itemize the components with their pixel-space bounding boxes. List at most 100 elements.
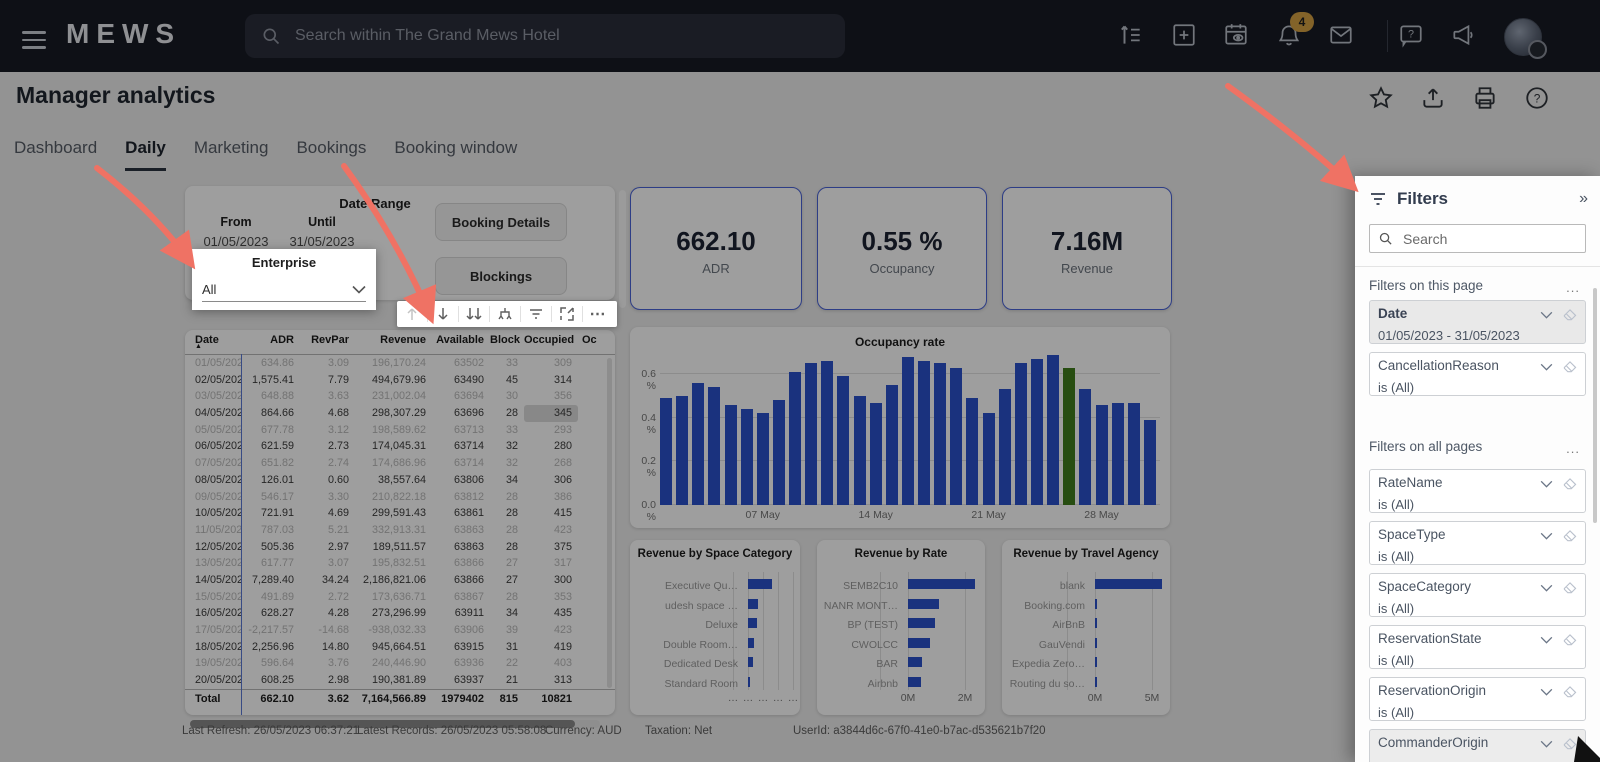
column-header-date[interactable]: Date	[185, 330, 241, 354]
kpi-card-occupancy[interactable]: 0.55 % Occupancy	[817, 187, 987, 310]
until-date-value[interactable]: 31/05/2023	[277, 234, 367, 249]
booking-details-button[interactable]: Booking Details	[435, 203, 567, 241]
column-header-revpar[interactable]: RevPar	[300, 330, 355, 354]
bar[interactable]	[748, 598, 758, 609]
column-header-revenue[interactable]: Revenue	[355, 330, 432, 354]
bar[interactable]	[748, 579, 773, 589]
occupancy-bar[interactable]	[885, 385, 898, 505]
eraser-icon[interactable]	[1563, 530, 1577, 542]
filter-card-date[interactable]: Date 01/05/2023 - 31/05/2023	[1369, 300, 1586, 344]
occupancy-bar[interactable]	[901, 356, 914, 505]
help-bubble-icon[interactable]: ?	[1398, 22, 1426, 50]
calendar-view-icon[interactable]	[1223, 22, 1251, 50]
chevron-down-icon[interactable]	[1540, 584, 1553, 592]
bar[interactable]	[908, 657, 923, 667]
kpi-card-revenue[interactable]: 7.16M Revenue	[1002, 187, 1172, 310]
column-header-adr[interactable]: ADR	[241, 330, 300, 354]
occupancy-bar[interactable]	[724, 404, 737, 505]
table-row[interactable]: 12/05/2023505.362.97189,511.576386328375	[185, 539, 615, 556]
chevron-down-icon[interactable]	[1540, 480, 1553, 488]
bar[interactable]	[1095, 579, 1163, 589]
occupancy-bar[interactable]	[821, 361, 834, 505]
eraser-icon[interactable]	[1563, 686, 1577, 698]
bar[interactable]	[748, 676, 750, 687]
bar[interactable]	[908, 618, 936, 628]
filters-search-box[interactable]	[1369, 224, 1586, 253]
eraser-icon[interactable]	[1563, 582, 1577, 594]
daily-metrics-table[interactable]: Date ADR RevPar Revenue Available Block …	[185, 330, 615, 715]
bar[interactable]	[908, 676, 921, 687]
filter-card-reservationorigin[interactable]: ReservationOrigin is (All)	[1369, 677, 1586, 721]
table-row[interactable]: 06/05/2023621.592.73174,045.316371432280	[185, 438, 615, 455]
filter-card-spacetype[interactable]: SpaceType is (All)	[1369, 521, 1586, 565]
tab-daily[interactable]: Daily	[125, 138, 166, 171]
column-header-block[interactable]: Block	[490, 330, 524, 354]
more-options-icon[interactable]: ⋯	[583, 303, 613, 325]
table-vertical-scrollbar[interactable]	[607, 358, 612, 688]
occupancy-bar[interactable]	[1079, 389, 1092, 505]
occupancy-bar[interactable]	[1014, 363, 1027, 505]
occupancy-bar[interactable]	[982, 413, 995, 505]
filters-search-input[interactable]	[1401, 229, 1565, 248]
occupancy-bar[interactable]	[756, 413, 769, 505]
table-row[interactable]: 02/05/20231,575.417.79494,679.9663490453…	[185, 372, 615, 389]
tab-marketing[interactable]: Marketing	[194, 138, 269, 171]
bar[interactable]	[1095, 676, 1097, 687]
column-header-occupied[interactable]: Occupied	[524, 330, 578, 354]
bar[interactable]	[908, 637, 930, 648]
occupancy-bar[interactable]	[869, 402, 882, 505]
table-row[interactable]: 01/05/2023634.863.09196,170.246350233309	[185, 355, 615, 372]
filter-card-spacecategory[interactable]: SpaceCategory is (All)	[1369, 573, 1586, 617]
occupancy-bar[interactable]	[772, 400, 785, 505]
table-row[interactable]: 09/05/2023546.173.30210,822.186381228386	[185, 489, 615, 506]
filter-card-commanderorigin[interactable]: CommanderOrigin	[1369, 729, 1586, 762]
occupancy-bar[interactable]	[789, 372, 802, 505]
table-row[interactable]: 04/05/2023864.664.68298,307.296369628345	[185, 405, 615, 422]
blockings-button[interactable]: Blockings	[435, 257, 567, 295]
bar[interactable]	[908, 598, 940, 609]
filter-card-reservationstate[interactable]: ReservationState is (All)	[1369, 625, 1586, 669]
help-circle-icon[interactable]: ?	[1524, 85, 1550, 111]
collapse-panel-icon[interactable]: »	[1579, 190, 1588, 208]
hamburger-menu-icon[interactable]	[22, 26, 46, 49]
mail-icon[interactable]	[1328, 22, 1356, 50]
chevron-down-icon[interactable]	[1540, 636, 1553, 644]
table-row[interactable]: 10/05/2023721.914.69299,591.436386128415	[185, 505, 615, 522]
eraser-icon[interactable]	[1563, 634, 1577, 646]
occupancy-bar[interactable]	[1127, 402, 1140, 505]
more-options-icon[interactable]: ...	[1566, 441, 1580, 456]
bar[interactable]	[908, 579, 975, 589]
bar[interactable]	[748, 618, 758, 628]
sort-list-icon[interactable]	[1118, 22, 1146, 50]
table-row[interactable]: 17/05/2023-2,217.57-14.68-938,032.336390…	[185, 622, 615, 639]
occupancy-rate-chart[interactable]: Occupancy rate 0.0 % 0.2 % 0.4 % 0.6 % 07 M…	[630, 327, 1170, 528]
filter-card-cancellationreason[interactable]: CancellationReason is (All)	[1369, 352, 1586, 396]
table-row[interactable]: 15/05/2023491.892.72173,636.716386728353	[185, 589, 615, 606]
from-date-value[interactable]: 01/05/2023	[191, 234, 281, 249]
print-icon[interactable]	[1472, 85, 1498, 111]
bar[interactable]	[748, 657, 754, 667]
occupancy-bar[interactable]	[708, 387, 721, 505]
occupancy-bar[interactable]	[1095, 404, 1108, 505]
eraser-icon[interactable]	[1563, 478, 1577, 490]
global-search[interactable]	[245, 14, 845, 58]
occupancy-bar[interactable]	[918, 361, 931, 505]
occupancy-bar[interactable]	[805, 363, 818, 505]
eraser-icon[interactable]	[1563, 738, 1577, 750]
tab-booking-window[interactable]: Booking window	[394, 138, 517, 171]
occupancy-bar[interactable]	[1111, 402, 1124, 505]
table-row[interactable]: 18/05/20232,256.9614.80945,664.516391531…	[185, 639, 615, 656]
bar[interactable]	[1095, 637, 1097, 648]
filter-card-ratename[interactable]: RateName is (All)	[1369, 469, 1586, 513]
column-header-available[interactable]: Available	[432, 330, 490, 354]
occupancy-bar[interactable]	[1143, 419, 1156, 505]
table-row[interactable]: 20/05/2023608.252.98190,381.896393721313	[185, 672, 615, 689]
chevron-down-icon[interactable]	[1540, 688, 1553, 696]
occupancy-bar[interactable]	[934, 363, 947, 505]
bar[interactable]	[1095, 618, 1097, 628]
chevron-down-icon[interactable]	[1540, 532, 1553, 540]
chevron-down-icon[interactable]	[1540, 311, 1553, 319]
table-row[interactable]: 19/05/2023596.643.76240,446.906393622403	[185, 655, 615, 672]
occupancy-bar[interactable]	[837, 376, 850, 505]
enterprise-dropdown[interactable]: All	[202, 277, 366, 302]
